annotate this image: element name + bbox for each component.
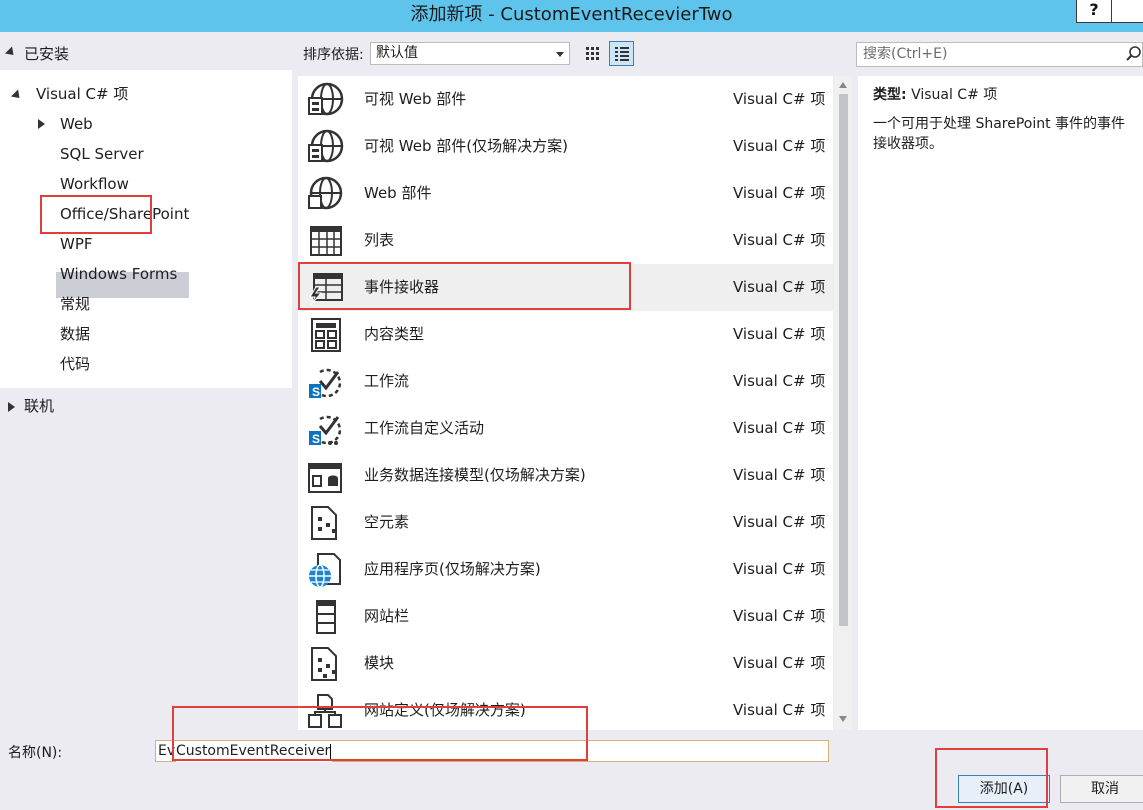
sort-dropdown[interactable]: 默认值 xyxy=(370,42,570,65)
item-name: 可视 Web 部件(仅场解决方案) xyxy=(364,137,568,155)
view-details-button[interactable] xyxy=(609,41,634,66)
empty-element-icon xyxy=(311,506,337,540)
web-part-globe-icon xyxy=(308,82,344,116)
list-item[interactable]: S 工作流 Visual C# 项 xyxy=(298,358,833,405)
list-item[interactable]: 业务数据连接模型(仅场解决方案) Visual C# 项 xyxy=(298,452,833,499)
annotation-box-add xyxy=(935,748,1048,808)
annotation-box-name xyxy=(172,706,588,761)
help-button[interactable]: ? xyxy=(1076,0,1112,23)
item-type: Visual C# 项 xyxy=(733,231,826,249)
collapse-arrow-icon xyxy=(4,46,18,59)
tree-item-workflow[interactable]: Workflow xyxy=(60,170,129,198)
item-name: 内容类型 xyxy=(364,325,425,343)
item-type: Visual C# 项 xyxy=(733,90,826,108)
item-type: Visual C# 项 xyxy=(733,466,826,484)
detail-type-label: 类型: xyxy=(873,87,907,103)
detail-description: 一个可用于处理 SharePoint 事件的事件接收器项。 xyxy=(873,116,1126,152)
item-name: 可视 Web 部件 xyxy=(364,90,467,108)
site-column-icon xyxy=(316,600,336,634)
item-type: Visual C# 项 xyxy=(733,560,826,578)
tree-item-windows-forms[interactable]: Windows Forms xyxy=(60,260,177,288)
web-part-globe-icon xyxy=(308,129,344,163)
item-type: Visual C# 项 xyxy=(733,701,826,719)
tree-item-visual-csharp[interactable]: Visual C# 项 xyxy=(36,80,128,108)
close-button[interactable] xyxy=(1111,0,1143,23)
content-type-icon xyxy=(311,318,341,352)
item-name: Web 部件 xyxy=(364,184,432,202)
list-item[interactable]: 空元素 Visual C# 项 xyxy=(298,499,833,546)
chevron-down-icon xyxy=(556,52,564,57)
item-type: Visual C# 项 xyxy=(733,654,826,672)
list-item[interactable]: 列表 Visual C# 项 xyxy=(298,217,833,264)
list-item[interactable]: Web 部件 Visual C# 项 xyxy=(298,170,833,217)
item-name: 网站栏 xyxy=(364,607,410,625)
sort-label: 排序依据: xyxy=(303,47,364,63)
item-name: 工作流 xyxy=(364,372,410,390)
item-name: 工作流自定义活动 xyxy=(364,419,485,437)
tree-item-code[interactable]: 代码 xyxy=(60,350,90,378)
item-list: 可视 Web 部件 Visual C# 项 可视 Web 部件(仅场解决方案) … xyxy=(298,76,833,730)
svg-text:S: S xyxy=(312,385,320,399)
list-view-icon xyxy=(615,47,629,61)
grid-view-icon xyxy=(586,47,599,60)
name-label: 名称(N): xyxy=(8,745,63,761)
search-icon[interactable] xyxy=(1126,45,1142,63)
expand-arrow-icon[interactable] xyxy=(38,119,45,129)
scroll-thumb[interactable] xyxy=(839,94,848,626)
globe-icon xyxy=(308,176,343,210)
application-page-icon xyxy=(309,553,341,588)
expand-arrow-icon[interactable] xyxy=(8,402,15,412)
expand-arrow-icon xyxy=(10,89,24,102)
tree-item-web[interactable]: Web xyxy=(60,110,93,138)
detail-type-value: Visual C# 项 xyxy=(911,87,998,103)
installed-header[interactable]: 已安装 xyxy=(0,40,292,68)
item-name: 应用程序页(仅场解决方案) xyxy=(364,560,541,578)
annotation-box-category xyxy=(40,195,152,234)
item-type: Visual C# 项 xyxy=(733,184,826,202)
item-type: Visual C# 项 xyxy=(733,513,826,531)
search-input[interactable]: 搜索(Ctrl+E) xyxy=(856,42,1143,67)
view-medium-icons-button[interactable] xyxy=(580,41,605,66)
installed-label: 已安装 xyxy=(24,45,70,63)
item-type: Visual C# 项 xyxy=(733,607,826,625)
workflow-icon: S xyxy=(309,368,342,399)
list-item[interactable]: 模块 Visual C# 项 xyxy=(298,640,833,687)
tree-item-wpf[interactable]: WPF xyxy=(60,230,93,258)
item-type: Visual C# 项 xyxy=(733,325,826,343)
item-type: Visual C# 项 xyxy=(733,419,826,437)
item-name: 模块 xyxy=(364,654,395,672)
item-name: 列表 xyxy=(364,231,395,249)
window-title: 添加新项 - CustomEventRecevierTwo xyxy=(410,4,733,25)
list-item[interactable]: S 工作流自定义活动 Visual C# 项 xyxy=(298,405,833,452)
tree-item-online[interactable]: 联机 xyxy=(24,392,54,420)
item-type: Visual C# 项 xyxy=(733,137,826,155)
list-grid-icon xyxy=(310,226,342,256)
svg-text:S: S xyxy=(312,432,320,446)
module-icon xyxy=(311,647,337,681)
scroll-down-icon[interactable] xyxy=(839,716,847,722)
scroll-up-icon[interactable] xyxy=(839,82,847,88)
detail-type: 类型: Visual C# 项 xyxy=(873,84,997,104)
list-item[interactable]: 应用程序页(仅场解决方案) Visual C# 项 xyxy=(298,546,833,593)
list-scrollbar[interactable] xyxy=(834,76,852,730)
item-name: 空元素 xyxy=(364,513,410,531)
bdc-model-icon xyxy=(308,463,342,493)
detail-panel: 类型: Visual C# 项 一个可用于处理 SharePoint 事件的事件… xyxy=(858,76,1143,730)
cancel-button[interactable]: 取消 xyxy=(1060,775,1143,803)
list-item[interactable]: 可视 Web 部件(仅场解决方案) Visual C# 项 xyxy=(298,123,833,170)
item-name: 业务数据连接模型(仅场解决方案) xyxy=(364,466,586,484)
list-item[interactable]: 网站栏 Visual C# 项 xyxy=(298,593,833,640)
tree-item-data[interactable]: 数据 xyxy=(60,320,90,348)
annotation-box-item xyxy=(298,262,631,310)
workflow-activity-icon: S xyxy=(309,415,342,446)
item-type: Visual C# 项 xyxy=(733,278,826,296)
sort-value: 默认值 xyxy=(376,45,418,61)
list-item[interactable]: 内容类型 Visual C# 项 xyxy=(298,311,833,358)
list-item[interactable]: 可视 Web 部件 Visual C# 项 xyxy=(298,76,833,123)
tree-item-sql-server[interactable]: SQL Server xyxy=(60,140,144,168)
tree-item-general[interactable]: 常规 xyxy=(60,290,90,318)
item-type: Visual C# 项 xyxy=(733,372,826,390)
